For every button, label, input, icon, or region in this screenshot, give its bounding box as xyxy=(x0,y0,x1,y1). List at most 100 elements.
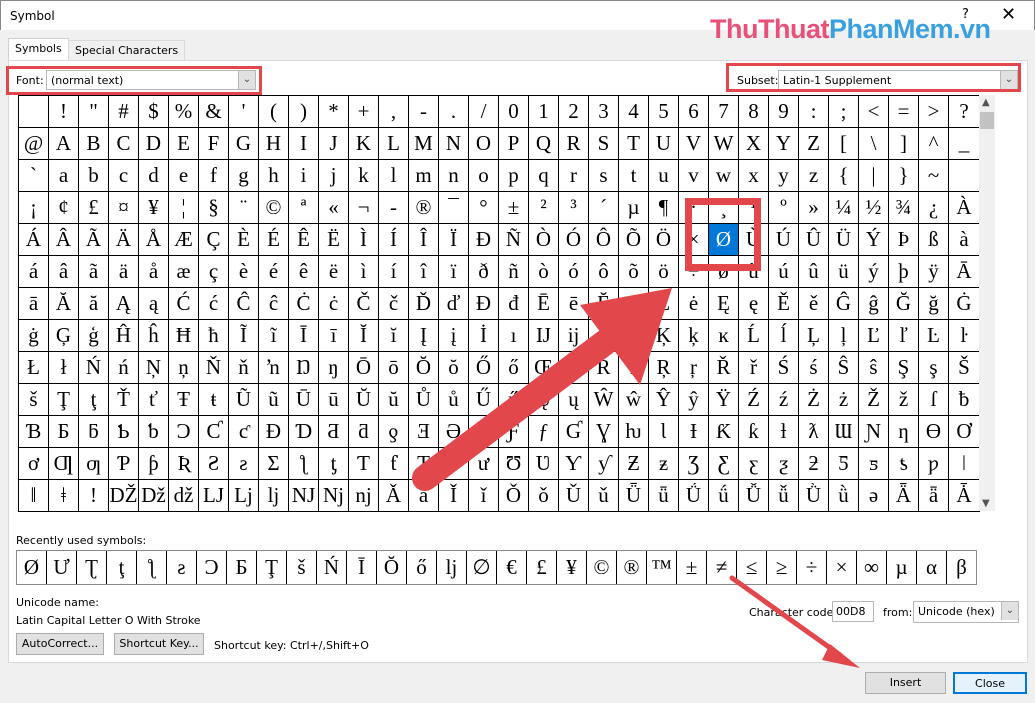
symbol-cell[interactable]: ť xyxy=(139,384,169,416)
symbol-cell[interactable]: Į xyxy=(409,320,439,352)
symbol-cell[interactable]: Ă xyxy=(49,288,79,320)
symbol-cell[interactable]: c xyxy=(109,160,139,192)
symbol-cell[interactable]: 2 xyxy=(559,96,589,128)
symbol-cell[interactable]: ơ xyxy=(19,448,49,480)
symbol-cell[interactable]: İ xyxy=(469,320,499,352)
symbol-cell[interactable]: # xyxy=(109,96,139,128)
symbol-cell[interactable]: Ǜ xyxy=(799,480,829,512)
symbol-cell[interactable]: ¼ xyxy=(829,192,859,224)
symbol-cell[interactable]: ǋ xyxy=(319,480,349,512)
symbol-cell[interactable]: ì xyxy=(349,256,379,288)
symbol-cell[interactable]: ç xyxy=(199,256,229,288)
symbol-cell[interactable]: » xyxy=(799,192,829,224)
symbol-cell[interactable]: Ƣ xyxy=(49,448,79,480)
scroll-up-icon[interactable]: ▲ xyxy=(982,97,990,108)
symbol-cell[interactable]: Ţ xyxy=(49,384,79,416)
symbol-cell[interactable]: Ǌ xyxy=(289,480,319,512)
symbol-cell[interactable]: ķ xyxy=(679,320,709,352)
symbol-cell[interactable]: ƴ xyxy=(589,448,619,480)
symbol-cell[interactable]: ā xyxy=(19,288,49,320)
symbol-cell[interactable]: ' xyxy=(229,96,259,128)
symbol-cell[interactable]: Å xyxy=(139,224,169,256)
symbol-cell[interactable]: - xyxy=(409,96,439,128)
symbol-cell[interactable]: o xyxy=(469,160,499,192)
symbol-cell[interactable]: ƭ xyxy=(379,448,409,480)
symbol-cell[interactable]: Ƴ xyxy=(559,448,589,480)
symbol-cell[interactable]: ż xyxy=(829,384,859,416)
symbol-cell[interactable]: ¾ xyxy=(889,192,919,224)
symbol-cell[interactable]: O xyxy=(469,128,499,160)
symbol-cell[interactable]: ģ xyxy=(79,320,109,352)
symbol-cell[interactable]: Ş xyxy=(889,352,919,384)
symbol-cell[interactable]: ; xyxy=(829,96,859,128)
symbol-cell[interactable]: Ż xyxy=(799,384,829,416)
symbol-cell[interactable]: ¥ xyxy=(139,192,169,224)
symbol-cell[interactable]: Î xyxy=(409,224,439,256)
symbol-cell[interactable]: ǝ xyxy=(859,480,889,512)
symbol-cell[interactable]: ĺ xyxy=(769,320,799,352)
symbol-cell[interactable]: ĝ xyxy=(859,288,889,320)
symbol-cell[interactable]: m xyxy=(409,160,439,192)
symbol-cell[interactable]: N xyxy=(439,128,469,160)
symbol-cell[interactable]: č xyxy=(379,288,409,320)
symbol-cell[interactable]: ś xyxy=(799,352,829,384)
symbol-cell[interactable]: ǟ xyxy=(919,480,949,512)
symbol-cell[interactable]: Ĥ xyxy=(109,320,139,352)
symbol-cell[interactable]: i xyxy=(289,160,319,192)
recent-symbol-cell[interactable]: ÷ xyxy=(797,551,827,584)
symbol-cell[interactable]: K xyxy=(349,128,379,160)
symbol-cell[interactable]: Ɓ xyxy=(19,416,49,448)
recent-symbol-cell[interactable]: ≠ xyxy=(707,551,737,584)
symbol-cell[interactable]: £ xyxy=(79,192,109,224)
symbol-cell[interactable]: ú xyxy=(769,256,799,288)
symbol-cell[interactable]: ¬ xyxy=(349,192,379,224)
recent-symbol-cell[interactable]: Ţ xyxy=(257,551,287,584)
symbol-cell[interactable]: Í xyxy=(379,224,409,256)
symbol-cell[interactable]: ƌ xyxy=(349,416,379,448)
symbol-cell[interactable]: ¯ xyxy=(439,192,469,224)
symbol-cell[interactable]: ǌ xyxy=(349,480,379,512)
symbol-cell[interactable]: ƿ xyxy=(919,448,949,480)
symbol-cell[interactable]: ğ xyxy=(919,288,949,320)
symbol-cell[interactable]: ÿ xyxy=(919,256,949,288)
symbol-cell[interactable]: É xyxy=(259,224,289,256)
symbol-cell[interactable]: ĳ xyxy=(559,320,589,352)
symbol-cell[interactable]: 9 xyxy=(769,96,799,128)
symbol-cell[interactable]: Ǒ xyxy=(499,480,529,512)
symbol-cell[interactable]: ǜ xyxy=(829,480,859,512)
from-dropdown[interactable]: Unicode (hex) ⌄ xyxy=(913,601,1019,623)
insert-button[interactable]: Insert xyxy=(865,672,946,694)
symbol-cell[interactable]: º xyxy=(769,192,799,224)
symbol-cell[interactable]: ŷ xyxy=(679,384,709,416)
symbol-cell[interactable]: 1 xyxy=(529,96,559,128)
symbol-cell[interactable]: g xyxy=(229,160,259,192)
symbol-cell[interactable]: ř xyxy=(739,352,769,384)
symbol-cell[interactable]: Ñ xyxy=(499,224,529,256)
symbol-cell[interactable]: k xyxy=(349,160,379,192)
symbol-cell[interactable]: ƀ xyxy=(949,384,980,416)
recent-symbol-cell[interactable]: Ø xyxy=(17,551,47,584)
symbol-cell[interactable]: ě xyxy=(799,288,829,320)
symbol-cell[interactable]: Ǚ xyxy=(739,480,769,512)
recent-symbols[interactable]: Ø Ư Ʈţ ƪ ƨ Ɔ Б Ţš Ń Ī Ŏő ǉ ∅ € £ ¥ © ® ™ ± ≠ ≤ ≥ ÷ × ∞ µ α β xyxy=(16,550,977,585)
recent-symbol-cell[interactable]: Ư xyxy=(47,551,77,584)
symbol-cell[interactable]: Ɯ xyxy=(829,416,859,448)
symbol-cell[interactable]: Ů xyxy=(409,384,439,416)
symbol-cell[interactable]: ƈ xyxy=(229,416,259,448)
symbol-cell[interactable]: ļ xyxy=(829,320,859,352)
symbol-cell[interactable]: Á xyxy=(19,224,49,256)
symbol-cell[interactable]: ĸ xyxy=(709,320,739,352)
symbol-cell[interactable]: ò xyxy=(529,256,559,288)
symbol-cell[interactable]: ċ xyxy=(319,288,349,320)
recent-symbol-cell[interactable]: µ xyxy=(887,551,917,584)
symbol-cell[interactable]: ƚ xyxy=(769,416,799,448)
symbol-cell[interactable]: é xyxy=(259,256,289,288)
symbol-cell[interactable]: Ǖ xyxy=(619,480,649,512)
symbol-cell[interactable]: s xyxy=(589,160,619,192)
recent-symbol-cell[interactable]: ≤ xyxy=(737,551,767,584)
symbol-cell[interactable]: B xyxy=(79,128,109,160)
recent-symbol-cell[interactable]: ® xyxy=(617,551,647,584)
symbol-cell[interactable]: © xyxy=(259,192,289,224)
symbol-cell[interactable]: Ƨ xyxy=(199,448,229,480)
symbol-cell[interactable]: Ɵ xyxy=(919,416,949,448)
